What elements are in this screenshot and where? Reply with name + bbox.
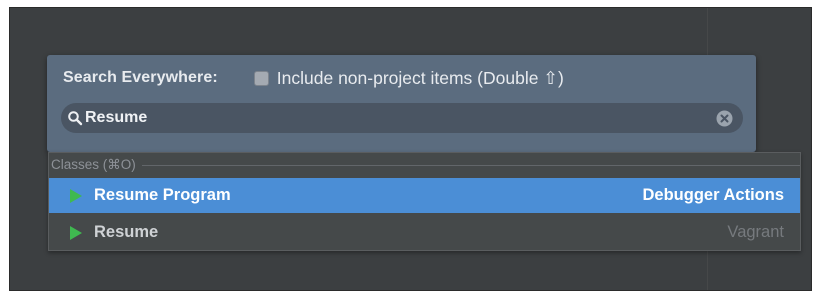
popup-title: Search Everywhere: [63,69,218,86]
group-label: Classes (⌘O) [51,157,136,172]
result-name: Resume [94,223,159,241]
group-divider [141,164,800,166]
result-item-resume-program[interactable]: Resume Program Debugger Actions [49,178,800,213]
include-non-project-checkbox[interactable] [253,70,269,86]
result-location: Vagrant [727,223,784,241]
result-item-resume[interactable]: Resume Vagrant [49,215,800,250]
clear-icon[interactable] [716,110,733,127]
search-field[interactable] [61,103,743,133]
result-name: Resume Program [94,186,231,204]
run-icon [70,225,82,240]
run-icon [70,188,82,203]
popup-header: Search Everywhere: Include non-project i… [63,67,564,89]
search-everywhere-popup: Search Everywhere: Include non-project i… [47,55,756,152]
include-non-project-label[interactable]: Include non-project items (Double ⇧) [277,68,564,89]
result-location: Debugger Actions [642,186,784,204]
search-input[interactable] [85,109,685,127]
group-header-classes: Classes (⌘O) [49,153,800,177]
search-results-list: Classes (⌘O) Resume Program Debugger Act… [48,152,801,251]
search-icon [68,111,83,126]
